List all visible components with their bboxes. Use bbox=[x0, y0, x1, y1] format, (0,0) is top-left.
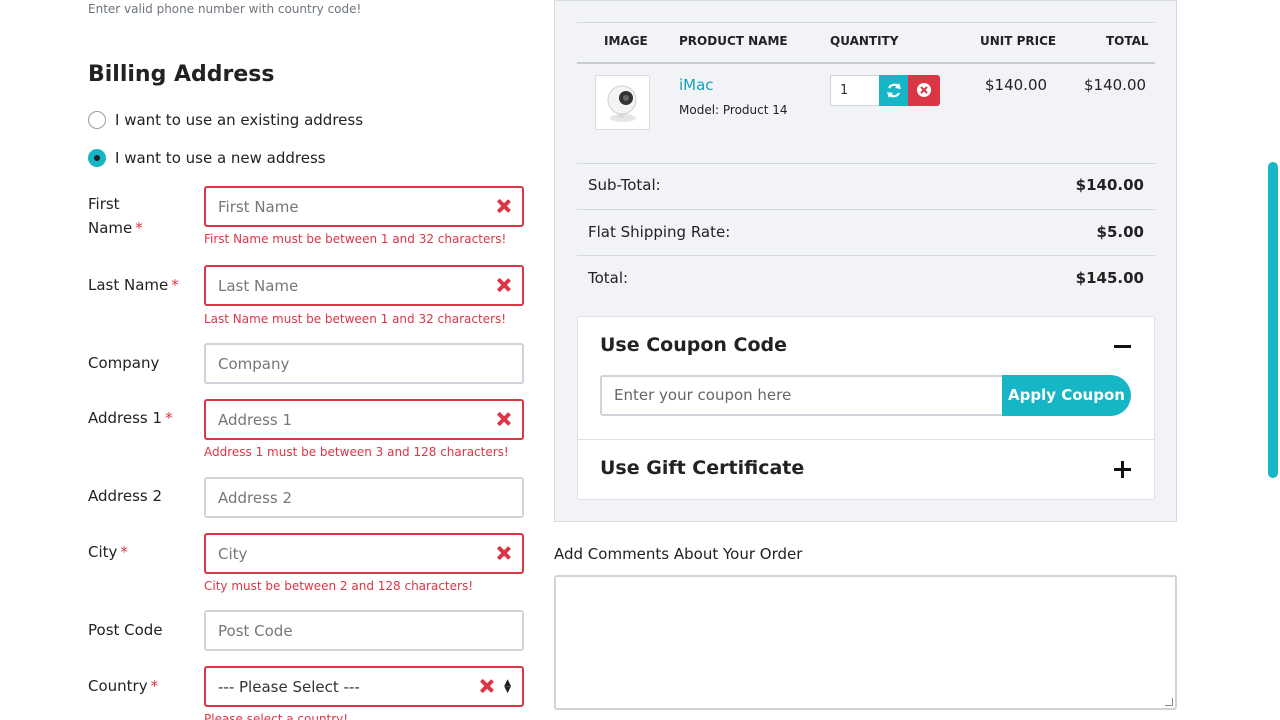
first-name-label: First Name * bbox=[88, 195, 143, 237]
col-header-total: TOTAL bbox=[1106, 34, 1149, 48]
total-label: Total: bbox=[588, 269, 629, 287]
country-label: Country * bbox=[88, 677, 159, 695]
error-x-icon bbox=[497, 546, 511, 560]
postcode-label: Post Code bbox=[88, 621, 163, 639]
shipping-label: Flat Shipping Rate: bbox=[588, 223, 731, 241]
error-x-icon bbox=[497, 412, 511, 426]
radio-checked-icon[interactable] bbox=[88, 149, 106, 167]
product-name-link[interactable]: iMac bbox=[679, 76, 714, 94]
update-quantity-button[interactable] bbox=[879, 75, 909, 106]
address2-input[interactable]: Address 2 bbox=[204, 477, 524, 518]
page-scrollbar-thumb[interactable] bbox=[1268, 162, 1278, 478]
postcode-input[interactable]: Post Code bbox=[204, 610, 524, 651]
radio-existing-label: I want to use an existing address bbox=[115, 111, 364, 129]
company-input[interactable]: Company bbox=[204, 343, 524, 384]
collapse-minus-icon[interactable] bbox=[1114, 345, 1131, 348]
radio-new-label: I want to use a new address bbox=[115, 149, 326, 167]
apply-coupon-button[interactable]: Apply Coupon bbox=[1002, 375, 1131, 416]
line-total-value: $140.00 bbox=[1084, 76, 1147, 94]
country-error: Please select a country! bbox=[204, 712, 349, 720]
refresh-icon bbox=[887, 83, 901, 98]
comments-label: Add Comments About Your Order bbox=[554, 545, 803, 563]
coupon-section-title[interactable]: Use Coupon Code bbox=[600, 334, 787, 356]
country-select[interactable]: --- Please Select --- ▲ ▼ bbox=[204, 666, 524, 707]
radio-new-address[interactable]: I want to use a new address bbox=[88, 149, 326, 167]
remove-circle-icon bbox=[917, 83, 931, 97]
first-name-input[interactable]: First Name bbox=[204, 186, 524, 227]
subtotal-label: Sub-Total: bbox=[588, 176, 661, 194]
coupon-input[interactable]: Enter your coupon here bbox=[600, 375, 1004, 416]
gift-certificate-section-title[interactable]: Use Gift Certificate bbox=[600, 457, 804, 479]
error-x-icon bbox=[497, 278, 511, 292]
product-model: Model: Product 14 bbox=[679, 103, 788, 117]
summary-divider-2 bbox=[577, 209, 1155, 210]
quantity-input[interactable]: 1 bbox=[830, 75, 880, 106]
error-x-icon bbox=[480, 679, 494, 693]
summary-divider-1 bbox=[577, 163, 1155, 164]
comments-textarea[interactable] bbox=[554, 575, 1177, 710]
radio-existing-address[interactable]: I want to use an existing address bbox=[88, 111, 363, 129]
address1-placeholder: Address 1 bbox=[218, 410, 293, 429]
company-placeholder: Company bbox=[218, 354, 290, 373]
city-error: City must be between 2 and 128 character… bbox=[204, 579, 474, 593]
error-x-icon bbox=[497, 199, 511, 213]
remove-item-button[interactable] bbox=[908, 75, 940, 106]
webcam-product-icon bbox=[607, 85, 637, 122]
first-name-error: First Name must be between 1 and 32 char… bbox=[204, 232, 507, 246]
table-header-divider bbox=[577, 62, 1155, 64]
phone-hint: Enter valid phone number with country co… bbox=[88, 2, 362, 16]
shipping-value: $5.00 bbox=[1096, 223, 1144, 241]
last-name-placeholder: Last Name bbox=[218, 276, 299, 295]
city-placeholder: City bbox=[218, 544, 248, 563]
col-header-unit-price: UNIT PRICE bbox=[980, 34, 1057, 48]
expand-plus-icon[interactable] bbox=[1114, 461, 1131, 478]
summary-divider-3 bbox=[577, 255, 1155, 256]
address2-label: Address 2 bbox=[88, 487, 163, 505]
total-value: $145.00 bbox=[1075, 269, 1144, 287]
city-label: City * bbox=[88, 543, 128, 561]
first-name-placeholder: First Name bbox=[218, 197, 299, 216]
col-header-product-name: PRODUCT NAME bbox=[679, 34, 788, 48]
subtotal-value: $140.00 bbox=[1075, 176, 1144, 194]
address1-label: Address 1 * bbox=[88, 409, 173, 427]
billing-address-title: Billing Address bbox=[88, 62, 275, 87]
col-header-image: IMAGE bbox=[604, 34, 648, 48]
resize-grip-icon[interactable] bbox=[1165, 698, 1173, 706]
unit-price-value: $140.00 bbox=[985, 76, 1048, 94]
postcode-placeholder: Post Code bbox=[218, 621, 293, 640]
col-header-quantity: QUANTITY bbox=[830, 34, 899, 48]
city-input[interactable]: City bbox=[204, 533, 524, 574]
address1-error: Address 1 must be between 3 and 128 char… bbox=[204, 445, 509, 459]
country-selected-value: --- Please Select --- bbox=[218, 677, 360, 696]
address2-placeholder: Address 2 bbox=[218, 488, 293, 507]
select-caret-icon: ▲ ▼ bbox=[504, 678, 511, 695]
last-name-error: Last Name must be between 1 and 32 chara… bbox=[204, 312, 507, 326]
last-name-label: Last Name * bbox=[88, 276, 179, 294]
company-label: Company bbox=[88, 354, 160, 372]
address1-input[interactable]: Address 1 bbox=[204, 399, 524, 440]
table-top-divider bbox=[577, 22, 1155, 23]
last-name-input[interactable]: Last Name bbox=[204, 265, 524, 306]
accordion-divider bbox=[578, 439, 1154, 440]
radio-unchecked-icon[interactable] bbox=[88, 111, 106, 129]
product-image[interactable] bbox=[595, 75, 650, 130]
